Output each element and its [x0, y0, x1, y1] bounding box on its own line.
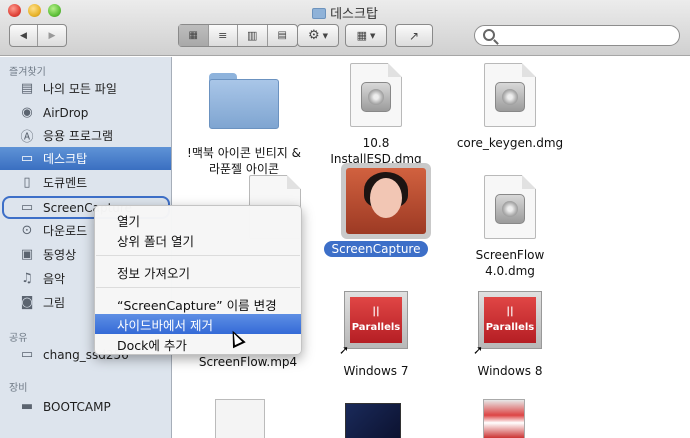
sidebar-item-label: AirDrop	[43, 105, 89, 120]
alias-arrow-icon: ➚	[339, 343, 350, 357]
shared-computer-icon: ▭	[20, 347, 34, 362]
file-item-vintage-folder[interactable]: !맥북 아이콘 빈티지 & 라푼젤 아이콘	[179, 67, 309, 177]
share-icon: ↗	[408, 28, 420, 43]
dmg-file-icon	[484, 175, 536, 239]
menu-separator	[96, 255, 300, 256]
sidebar-item-label: 동영상	[43, 248, 77, 262]
parallels-vm-icon: || Parallels ➚	[339, 291, 408, 357]
menu-item-add-to-dock[interactable]: Dock에 추가	[95, 334, 301, 354]
sidebar-item-label: 응용 프로그램	[43, 129, 114, 143]
dmg-file-icon	[350, 63, 402, 127]
sidebar-section-devices: 장비	[9, 383, 28, 394]
sidebar-section-shared: 공유	[9, 333, 28, 344]
file-name: Windows 7	[343, 364, 409, 378]
back-forward-control: ◀ ▶	[9, 24, 67, 47]
dmg-file-icon	[484, 63, 536, 127]
file-name: Windows 8	[477, 364, 543, 378]
arrange-menu-button[interactable]: ▦ ▼	[345, 24, 387, 47]
sidebar-item-label: BOOTCAMP	[43, 399, 111, 414]
column-view-button[interactable]: ▥	[238, 25, 268, 46]
context-menu: 열기 상위 폴더 열기 정보 가져오기 “ScreenCapture” 이름 변…	[94, 205, 302, 355]
applications-icon: Ⓐ	[20, 130, 34, 145]
back-button[interactable]: ◀	[10, 25, 39, 46]
window-title: 데스크탑	[0, 3, 690, 22]
icon-view-icon: ▦	[188, 30, 198, 41]
icon-view-button[interactable]: ▦	[179, 25, 209, 46]
sidebar-item-label: 도큐멘트	[43, 176, 88, 190]
all-files-icon: ▤	[20, 81, 34, 96]
sidebar-item-bootcamp[interactable]: ▬ BOOTCAMP	[0, 395, 171, 418]
file-item-partial[interactable]	[215, 399, 265, 438]
share-button[interactable]: ↗	[395, 24, 433, 47]
documents-icon: ▯	[23, 175, 31, 190]
sidebar-section-favorites: 즐겨찾기	[9, 67, 46, 78]
menu-separator	[96, 287, 300, 288]
file-item-windows-7[interactable]: || Parallels ➚ Windows 7	[311, 287, 441, 379]
image-folder-icon	[341, 163, 431, 239]
disk-icon: ▬	[20, 399, 34, 414]
search-field[interactable]	[474, 25, 680, 46]
file-name: ScreenCapture	[323, 241, 429, 257]
menu-item-open[interactable]: 열기	[95, 210, 301, 230]
file-item-core-keygen[interactable]: core_keygen.dmg	[445, 63, 575, 151]
downloads-icon: ⊙	[21, 223, 33, 238]
list-view-button[interactable]: ≡	[209, 25, 238, 46]
menu-item-open-enclosing-folder[interactable]: 상위 폴더 열기	[95, 230, 301, 250]
file-item-installesd[interactable]: 10.8 InstallESD.dmg	[311, 63, 441, 167]
sidebar-item-label: 그림	[43, 296, 66, 310]
search-input[interactable]	[499, 27, 669, 44]
folder-icon: ▭	[20, 200, 34, 215]
file-name: ScreenFlow.mp4	[198, 355, 298, 369]
forward-arrow-icon: ▶	[48, 30, 56, 41]
file-name: !맥북 아이콘 빈티지 & 라푼젤 아이콘	[187, 146, 301, 176]
file-item-screenflow-dmg[interactable]: ScreenFlow 4.0.dmg	[445, 175, 575, 279]
desktop-icon: ▭	[20, 151, 34, 166]
action-menu-button[interactable]: ⚙ ▼	[297, 24, 339, 47]
sidebar-item-desktop[interactable]: ▭ 데스크탑	[0, 147, 171, 170]
chevron-down-icon: ▼	[370, 31, 376, 40]
sidebar-item-all-files[interactable]: ▤ 나의 모든 파일	[0, 77, 171, 100]
forward-button[interactable]: ▶	[38, 25, 66, 46]
arrange-icon: ▦	[356, 29, 367, 42]
airdrop-icon: ◉	[21, 105, 33, 120]
sidebar-item-applications[interactable]: Ⓐ 응용 프로그램	[0, 124, 171, 147]
folder-icon	[312, 8, 327, 19]
chevron-down-icon: ▼	[322, 31, 329, 40]
file-item-partial-video[interactable]	[345, 403, 401, 438]
search-icon	[483, 29, 495, 41]
movies-icon: ▣	[20, 247, 34, 262]
coverflow-view-icon: ▤	[277, 30, 287, 41]
pictures-icon: ◙	[20, 295, 34, 310]
sidebar-item-label: 다운로드	[43, 224, 88, 238]
list-view-icon: ≡	[218, 29, 228, 42]
view-mode-control: ▦ ≡ ▥ ▤	[178, 24, 298, 47]
title-bar: 데스크탑 ◀ ▶ ▦ ≡ ▥ ▤ ⚙ ▼ ▦ ▼ ↗	[0, 0, 690, 56]
sidebar-item-label: 나의 모든 파일	[43, 82, 117, 96]
back-arrow-icon: ◀	[20, 30, 27, 41]
window-title-text: 데스크탑	[330, 7, 378, 22]
gear-icon: ⚙	[307, 28, 320, 43]
sidebar-item-label: 음악	[43, 272, 66, 286]
finder-window: 데스크탑 ◀ ▶ ▦ ≡ ▥ ▤ ⚙ ▼ ▦ ▼ ↗ 즐겨찾기 ▤ 나의 모든 …	[0, 0, 690, 438]
sidebar-item-airdrop[interactable]: ◉ AirDrop	[0, 101, 171, 124]
alias-arrow-icon: ➚	[473, 343, 484, 357]
file-item-screencapture[interactable]: ScreenCapture	[311, 163, 441, 257]
file-item-windows-8[interactable]: || Parallels ➚ Windows 8	[445, 287, 575, 379]
sidebar-item-documents[interactable]: ▯ 도큐멘트	[0, 171, 171, 194]
column-view-icon: ▥	[247, 29, 258, 42]
file-name: core_keygen.dmg	[456, 136, 564, 150]
folder-icon	[209, 73, 279, 129]
music-icon: ♫	[21, 271, 33, 286]
menu-item-remove-from-sidebar[interactable]: 사이드바에서 제거	[95, 314, 301, 334]
parallels-vm-icon: || Parallels ➚	[473, 291, 542, 357]
file-name: ScreenFlow 4.0.dmg	[475, 248, 545, 278]
sidebar-item-label: 데스크탑	[43, 152, 88, 166]
file-item-partial-image[interactable]	[483, 399, 525, 438]
coverflow-view-button[interactable]: ▤	[268, 25, 297, 46]
menu-item-get-info[interactable]: 정보 가져오기	[95, 262, 301, 282]
menu-item-rename[interactable]: “ScreenCapture” 이름 변경	[95, 294, 301, 314]
